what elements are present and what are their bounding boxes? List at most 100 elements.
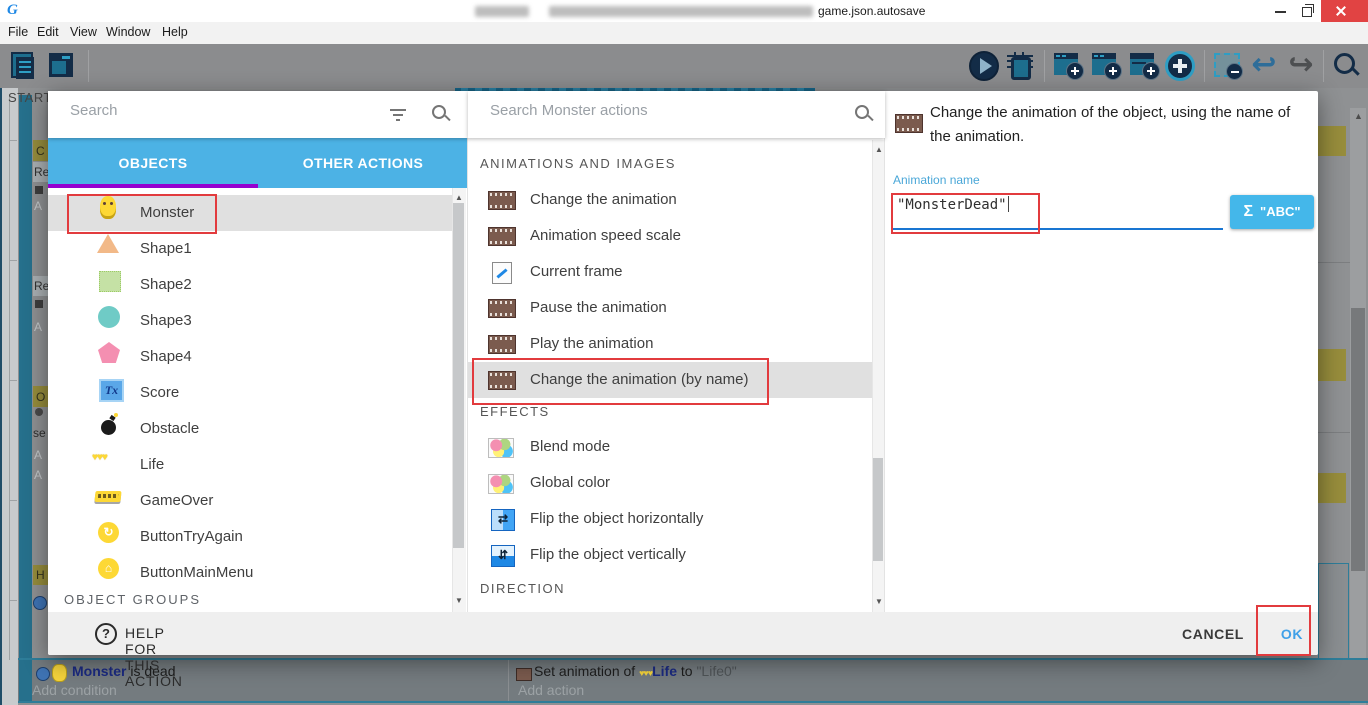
object-row-buttonmainmenu[interactable]: ⌂ ButtonMainMenu	[48, 555, 452, 591]
gdevelop-logo: G	[7, 2, 18, 19]
menu-window[interactable]: Window	[106, 25, 150, 39]
action-label: Flip the object horizontally	[530, 510, 703, 527]
active-tab-indicator	[48, 184, 258, 188]
hearts-icon: ♥♥♥	[92, 452, 118, 478]
events-scrollbar-thumb[interactable]	[1351, 308, 1365, 571]
object-row-score[interactable]: Tx Score	[48, 375, 452, 411]
action-row-change-animation[interactable]: Change the animation	[468, 182, 872, 218]
minimize-button[interactable]	[1268, 0, 1294, 22]
event-mini-icon	[35, 300, 43, 308]
scroll-down-arrow[interactable]: ▼	[875, 598, 883, 606]
menu-file[interactable]: File	[8, 25, 28, 39]
add-condition-link[interactable]: Add condition	[32, 682, 117, 698]
event-divider	[1318, 262, 1350, 263]
scroll-up-arrow[interactable]: ▲	[1354, 112, 1363, 121]
restore-button[interactable]	[1294, 0, 1320, 22]
object-row-life[interactable]: ♥♥♥ Life	[48, 447, 452, 483]
menu-edit[interactable]: Edit	[37, 25, 59, 39]
action-label: Change the animation	[530, 191, 677, 208]
text-object-icon: Tx	[99, 379, 124, 402]
triangle-icon	[97, 234, 119, 253]
menu-view[interactable]: View	[70, 25, 97, 39]
add-external-events-icon[interactable]	[1128, 50, 1160, 82]
menu-help[interactable]: Help	[162, 25, 188, 39]
action-row-current-frame[interactable]: Current frame	[468, 254, 872, 290]
search-icon[interactable]	[431, 104, 451, 124]
event-fragment: O	[36, 390, 45, 404]
flip-horizontal-icon: ⇄	[491, 509, 515, 531]
object-row-shape1[interactable]: Shape1	[48, 231, 452, 267]
cancel-button[interactable]: CANCEL	[1173, 620, 1253, 648]
add-external-layout-icon[interactable]	[1090, 50, 1122, 82]
remove-instance-icon[interactable]	[1212, 50, 1244, 82]
tab-objects[interactable]: OBJECTS	[48, 138, 258, 188]
action-row-flip-vertically[interactable]: ⇵ Flip the object vertically	[468, 537, 872, 573]
event-fragment: C	[36, 144, 45, 158]
tree-tick	[9, 500, 17, 501]
undo-icon[interactable]: ↩	[1248, 50, 1280, 82]
object-row-buttontryagain[interactable]: ↻ ButtonTryAgain	[48, 519, 452, 555]
frame-icon	[492, 262, 512, 284]
object-row-obstacle[interactable]: Obstacle	[48, 411, 452, 447]
action-row-pause-animation[interactable]: Pause the animation	[468, 290, 872, 326]
action-text[interactable]: Set animation of ♥♥♥Life to "Life0"	[534, 663, 737, 679]
toolbar-separator	[1044, 50, 1045, 82]
action-row-global-color[interactable]: Global color	[468, 465, 872, 501]
action-row-play-animation[interactable]: Play the animation	[468, 326, 872, 362]
close-button[interactable]	[1321, 0, 1368, 22]
expression-editor-button[interactable]: Σ "ABC"	[1230, 195, 1314, 229]
home-button-icon: ⌂	[98, 558, 119, 579]
sigma-icon: Σ	[1243, 203, 1253, 220]
object-row-shape3[interactable]: Shape3	[48, 303, 452, 339]
object-row-shape2[interactable]: Shape2	[48, 267, 452, 303]
search-icon[interactable]	[1330, 50, 1362, 82]
preview-play-icon[interactable]	[968, 50, 1000, 82]
scroll-up-arrow[interactable]: ▲	[875, 146, 883, 154]
action-object: Life	[652, 663, 677, 679]
film-icon	[488, 227, 516, 246]
add-action-link[interactable]: Add action	[518, 682, 584, 698]
event-fragment: A	[34, 468, 42, 482]
action-prefix: Set animation of	[534, 663, 639, 679]
redacted-title-segment	[549, 6, 813, 17]
object-search-input[interactable]	[68, 101, 372, 120]
scroll-down-arrow[interactable]: ▼	[455, 597, 463, 605]
object-label: ButtonTryAgain	[140, 528, 243, 545]
add-scene-icon[interactable]	[1052, 50, 1084, 82]
object-list-scrollbar-thumb[interactable]	[453, 203, 464, 548]
event-row[interactable]: Monster is dead Add condition Set animat…	[18, 660, 1368, 701]
action-list-scrollbar-thumb[interactable]	[873, 458, 883, 561]
section-header-effects: EFFECTS	[480, 404, 550, 419]
search-icon[interactable]	[854, 104, 874, 124]
action-search-input[interactable]	[488, 101, 792, 120]
action-row-flip-horizontally[interactable]: ⇄ Flip the object horizontally	[468, 501, 872, 537]
expression-button-label: "ABC"	[1260, 204, 1301, 219]
film-icon	[488, 299, 516, 318]
debugger-icon[interactable]	[1004, 50, 1036, 82]
event-mini-icon	[35, 186, 43, 194]
scroll-up-arrow[interactable]: ▲	[455, 194, 463, 202]
object-label: Obstacle	[140, 420, 199, 437]
comment-block	[1318, 126, 1346, 156]
filter-icon[interactable]	[388, 105, 408, 125]
action-mid: to	[677, 663, 696, 679]
flip-vertical-icon: ⇵	[491, 545, 515, 567]
tab-other-actions[interactable]: OTHER ACTIONS	[258, 138, 468, 188]
toolbar-separator	[1204, 50, 1205, 82]
object-row-gameover[interactable]: GameOver	[48, 483, 452, 519]
event-fragment: se	[33, 426, 46, 440]
redo-icon[interactable]: ↪	[1285, 50, 1317, 82]
event-group-bar	[19, 660, 32, 701]
events-sheet-icon[interactable]	[8, 50, 40, 82]
action-row-blend-mode[interactable]: Blend mode	[468, 429, 872, 465]
action-row-animation-speed-scale[interactable]: Animation speed scale	[468, 218, 872, 254]
scene-editor-icon[interactable]	[46, 50, 78, 82]
section-header-animations: ANIMATIONS AND IMAGES	[480, 156, 676, 171]
help-icon: ?	[95, 623, 117, 645]
add-object-icon[interactable]	[1164, 50, 1196, 82]
square-icon	[99, 271, 121, 292]
tab-bar: OBJECTS OTHER ACTIONS	[48, 138, 468, 188]
object-row-shape4[interactable]: Shape4	[48, 339, 452, 375]
retry-button-icon: ↻	[98, 522, 119, 543]
object-label: Shape1	[140, 240, 192, 257]
